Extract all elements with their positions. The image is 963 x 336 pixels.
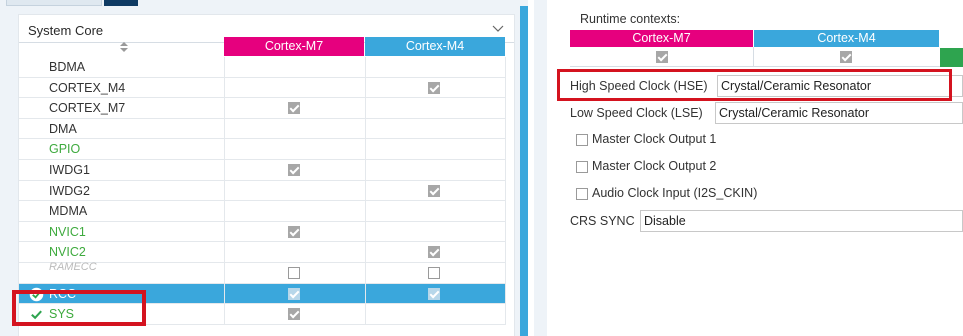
crs-sync-row: CRS SYNC Disable [547,209,963,233]
cortex-m7-checkbox[interactable] [288,266,300,279]
column-header-cortex-m7[interactable]: Cortex-M7 [224,37,364,56]
lse-select[interactable]: Crystal/Ceramic Resonator [715,102,963,124]
chevron-up-icon[interactable] [492,23,504,33]
cortex-m4-checkbox[interactable] [428,266,440,279]
option-label: Audio Clock Input (I2S_CKIN) [592,186,758,200]
rcc-mode-pane: Runtime contexts: Cortex-M7 Cortex-M4 Hi… [547,0,963,336]
vertical-scrollbar[interactable] [520,6,528,336]
cortex-m7-checkbox[interactable] [288,287,300,300]
peripheral-name: CORTEX_M7 [49,101,126,116]
cortex-m4-checkbox[interactable] [428,81,440,94]
peripheral-name: NVIC2 [49,245,86,260]
sort-icon[interactable] [119,41,129,53]
cortex-m4-checkbox[interactable] [428,184,440,197]
audio-clock-input-checkbox[interactable] [576,188,588,200]
table-row-ramecc[interactable]: RAMECC [19,260,506,284]
runtime-cortex-m7-checkbox[interactable] [656,51,668,63]
runtime-cortex-m4-checkbox[interactable] [840,51,852,63]
table-row-cortex-m7[interactable]: CORTEX_M7 [19,98,506,119]
runtime-column-overflow [940,48,963,67]
table-row-bdma[interactable]: BDMA [19,57,506,78]
runtime-column-cortex-m4: Cortex-M4 [754,30,939,47]
runtime-context-checkboxes [570,47,940,67]
hse-highlight-box [557,69,952,101]
lse-row: Low Speed Clock (LSE) Crystal/Ceramic Re… [547,101,963,125]
option-label: Master Clock Output 1 [592,132,717,146]
peripheral-name: RAMECC [49,260,97,273]
cortex-m7-checkbox[interactable] [288,225,300,238]
option-label: Master Clock Output 2 [592,159,717,173]
option-audio-clock-input[interactable]: Audio Clock Input (I2S_CKIN) [547,183,963,205]
cortex-m7-checkbox[interactable] [288,102,300,115]
top-tab[interactable] [6,0,102,6]
cortex-m7-checkbox[interactable] [288,308,300,321]
master-clock-output-2-checkbox[interactable] [576,161,588,173]
peripheral-name: IWDG1 [49,162,90,177]
table-row-iwdg1[interactable]: IWDG1 [19,159,506,181]
top-tab-active[interactable] [104,0,138,6]
table-body: BDMA CORTEX_M4 CORTEX_M7 DMA GPIO IWDG1 IWDG2 M… [19,57,506,325]
peripheral-name: CORTEX_M4 [49,80,126,95]
option-master-clock-output-2[interactable]: Master Clock Output 2 [547,156,963,178]
lse-label: Low Speed Clock (LSE) [570,106,703,120]
cortex-m7-checkbox[interactable] [288,163,300,176]
table-row-gpio[interactable]: GPIO [19,139,506,160]
pane-splitter[interactable] [534,0,547,336]
peripheral-name: MDMA [49,204,88,219]
panel-title: System Core [28,23,104,38]
runtime-column-cortex-m7: Cortex-M7 [570,30,753,47]
rcc-highlight-box [12,290,146,326]
peripheral-table: Cortex-M7 Cortex-M4 BDMA CORTEX_M4 CORTEX_… [19,37,506,325]
peripheral-name: BDMA [49,60,86,74]
cortex-m4-checkbox[interactable] [428,246,440,259]
crs-sync-select[interactable]: Disable [640,210,963,232]
peripheral-name: NVIC1 [49,224,86,239]
table-row-iwdg2[interactable]: IWDG2 [19,180,506,202]
cortex-m4-checkbox[interactable] [428,287,440,300]
left-pane: System Core Cortex-M7 Cortex-M4 BDMA CORT… [0,0,528,336]
table-row-cortex-m4[interactable]: CORTEX_M4 [19,77,506,99]
peripheral-name: GPIO [49,142,81,157]
top-tabs-strip [0,0,528,6]
runtime-contexts-label: Runtime contexts: [580,12,681,26]
option-master-clock-output-1[interactable]: Master Clock Output 1 [547,129,963,151]
peripheral-name: DMA [49,121,77,136]
table-row-nvic2[interactable]: NVIC2 [19,242,506,263]
master-clock-output-1-checkbox[interactable] [576,134,588,146]
table-row-mdma[interactable]: MDMA [19,201,506,222]
table-row-nvic1[interactable]: NVIC1 [19,221,506,243]
peripheral-name: IWDG2 [49,183,90,198]
column-header-cortex-m4[interactable]: Cortex-M4 [365,37,505,56]
crs-sync-label: CRS SYNC [570,214,635,228]
table-header: Cortex-M7 Cortex-M4 [19,37,506,57]
table-row-dma[interactable]: DMA [19,118,506,140]
